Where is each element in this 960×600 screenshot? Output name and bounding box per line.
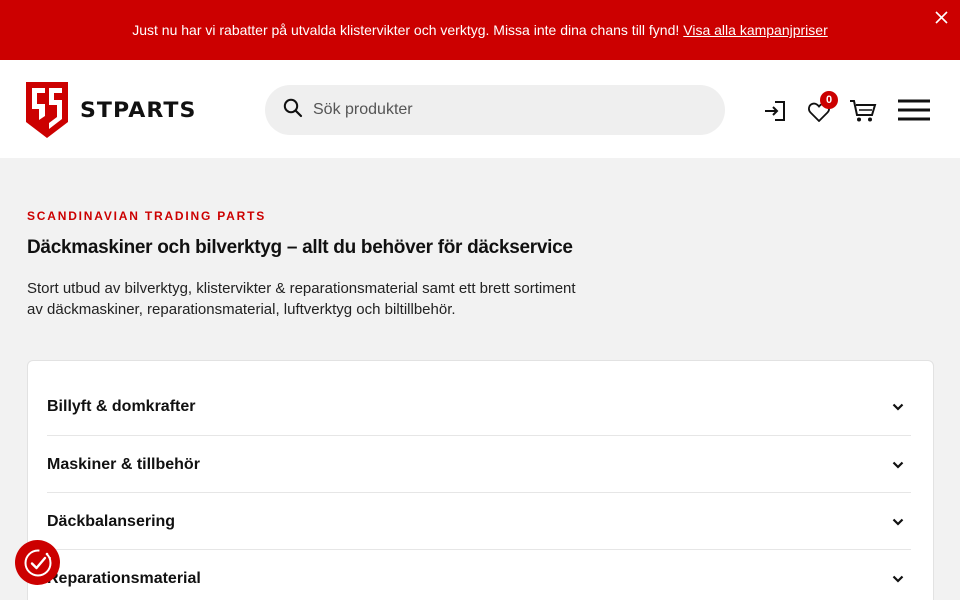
hero-eyebrow: SCANDINAVIAN TRADING PARTS [27, 209, 267, 223]
login-icon[interactable] [763, 100, 787, 122]
search-input[interactable] [313, 101, 693, 119]
search-bar[interactable] [265, 85, 725, 135]
promo-text: Just nu har vi rabatter på utvalda klist… [132, 22, 680, 38]
cookie-consent-button[interactable] [15, 540, 60, 585]
category-label: Reparationsmaterial [47, 569, 201, 587]
logo-text: STPARTS [80, 98, 197, 122]
promo-link[interactable]: Visa alla kampanjpriser [683, 22, 827, 38]
chevron-down-icon [891, 572, 905, 586]
promo-banner: Just nu har vi rabatter på utvalda klist… [0, 0, 960, 60]
category-label: Däckbalansering [47, 512, 176, 530]
wishlist-button[interactable]: 0 [808, 91, 838, 123]
chevron-down-icon [891, 515, 905, 529]
category-item-dackbalansering[interactable]: Däckbalansering [47, 493, 911, 550]
cart-icon[interactable] [849, 99, 877, 123]
category-item-reparationsmaterial[interactable]: Reparationsmaterial [47, 550, 911, 600]
menu-icon[interactable] [897, 98, 931, 122]
hero-description: Stort utbud av bilverktyg, klistervikter… [27, 280, 576, 318]
site-logo[interactable]: STPARTS [26, 82, 195, 138]
category-label: Maskiner & tillbehör [47, 455, 200, 473]
category-item-billyft[interactable]: Billyft & domkrafter [47, 361, 911, 436]
cookie-check-icon [24, 549, 51, 576]
site-header: STPARTS 0 [0, 60, 960, 158]
category-list: Billyft & domkrafter Maskiner & tillbehö… [27, 360, 934, 600]
category-item-maskiner[interactable]: Maskiner & tillbehör [47, 436, 911, 493]
hero-headline: Däckmaskiner och bilverktyg – allt du be… [27, 237, 573, 258]
search-icon[interactable] [283, 98, 303, 123]
chevron-down-icon [891, 400, 905, 414]
category-label: Billyft & domkrafter [47, 397, 196, 415]
close-icon[interactable] [932, 8, 950, 26]
chevron-down-icon [891, 458, 905, 472]
hero-section: SCANDINAVIAN TRADING PARTS Däckmaskiner … [27, 205, 933, 320]
wishlist-count-badge: 0 [820, 91, 838, 109]
logo-mark-icon [26, 82, 68, 138]
